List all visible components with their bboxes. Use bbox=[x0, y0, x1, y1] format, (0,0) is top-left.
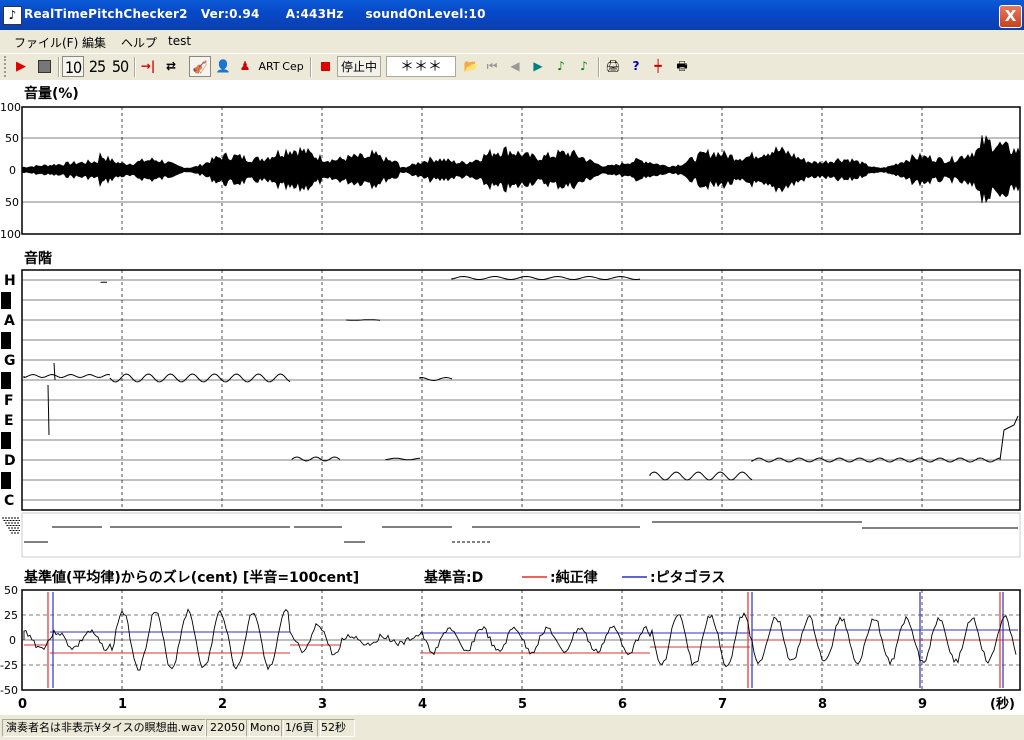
vol-tick: 0 bbox=[9, 164, 16, 177]
violin-icon[interactable]: 🎻 bbox=[189, 56, 211, 77]
jump-end-icon[interactable]: →| bbox=[138, 56, 158, 77]
time-tick: 0 bbox=[18, 697, 27, 712]
pitch-segment bbox=[345, 319, 381, 321]
time-tick: 1 bbox=[118, 697, 127, 712]
title-bar: ♪ RealTimePitchChecker2 Ver:0.94 A:443Hz… bbox=[0, 0, 1024, 30]
time-tick: 9 bbox=[918, 697, 927, 712]
time-tick: 5 bbox=[518, 697, 527, 712]
close-button[interactable]: X bbox=[999, 5, 1022, 28]
pyth-legend: :ピタゴラス bbox=[650, 569, 725, 586]
time-tick: 3 bbox=[318, 697, 327, 712]
note-icon[interactable]: ♪ bbox=[552, 56, 570, 77]
toolbar-grip[interactable] bbox=[4, 56, 11, 77]
app-icon[interactable]: ♪ bbox=[3, 6, 22, 25]
print-icon[interactable]: 🖨 bbox=[603, 56, 623, 77]
marker-icon[interactable]: ┿ bbox=[648, 56, 668, 77]
stop-icon bbox=[37, 60, 51, 73]
base-note: 基準音:D bbox=[424, 569, 483, 586]
note-label-e: E bbox=[4, 413, 14, 429]
vol-tick: 100 bbox=[0, 228, 21, 241]
graph-area: 音量(%) 100 50 0 50 100 音階 H A G F E D C 基… bbox=[0, 80, 1024, 715]
play-icon[interactable]: ▶ bbox=[11, 56, 31, 77]
rec-icon bbox=[316, 56, 334, 77]
art-button[interactable]: ART bbox=[258, 56, 280, 77]
vol-tick: 100 bbox=[0, 101, 21, 114]
cent-title: 基準値(平均律)からのズレ(cent) [半音=100cent] bbox=[24, 569, 359, 586]
vol-tick: 50 bbox=[5, 196, 19, 209]
note-alt-icon[interactable]: ♪ bbox=[575, 56, 593, 77]
note-label-c: C bbox=[4, 493, 14, 509]
time-tick: 2 bbox=[218, 697, 227, 712]
time-unit: (秒) bbox=[990, 696, 1015, 712]
note-display: ＊＊＊ bbox=[386, 56, 456, 77]
note-strip bbox=[21, 512, 1021, 558]
cep-button[interactable]: Cep bbox=[282, 56, 304, 77]
cent-tick: 0 bbox=[9, 634, 16, 647]
menu-file[interactable]: ファイル(F) bbox=[14, 34, 78, 51]
menu-help[interactable]: ヘルプ bbox=[121, 34, 157, 51]
menu-bar: ファイル(F) 編集 ヘルプ test bbox=[0, 30, 1024, 52]
time-tick: 7 bbox=[718, 697, 727, 712]
status-length: 52秒 bbox=[317, 719, 355, 737]
zoom-10-button[interactable]: 10 bbox=[62, 56, 84, 77]
note-label-g: G bbox=[4, 353, 16, 369]
time-tick: 8 bbox=[818, 697, 827, 712]
prev-icon[interactable]: ◀ bbox=[506, 56, 524, 77]
status-file: 演奏者名は非表示¥タイスの瞑想曲.wav bbox=[2, 719, 206, 737]
time-tick: 4 bbox=[418, 697, 427, 712]
first-icon[interactable]: ⏮ bbox=[483, 56, 501, 77]
status-bar: 演奏者名は非表示¥タイスの瞑想曲.wav 22050 Mono 1/6頁 52秒 bbox=[0, 715, 1024, 740]
note-label-h: H bbox=[4, 273, 16, 289]
black-key bbox=[1, 332, 11, 349]
vol-tick: 50 bbox=[5, 132, 19, 145]
help-icon[interactable]: ? bbox=[626, 56, 646, 77]
status-mode: Mono bbox=[246, 719, 284, 737]
zoom-50-button[interactable]: 50 bbox=[109, 56, 131, 77]
note-label-d: D bbox=[4, 453, 16, 469]
note-label-f: F bbox=[4, 393, 14, 409]
cent-tick: -25 bbox=[0, 659, 18, 672]
scale-plot bbox=[21, 269, 1021, 511]
just-legend: :純正律 bbox=[550, 569, 598, 586]
black-key bbox=[1, 432, 11, 449]
black-key bbox=[1, 372, 11, 389]
status-rate: 22050 bbox=[206, 719, 250, 737]
loop-icon[interactable]: ⇄ bbox=[160, 56, 182, 77]
toolbar: ▶ 10 25 50 →| ⇄ 🎻 👤 ♟ ART Cep 停止中 ＊＊＊ 📂 … bbox=[0, 53, 1024, 81]
status-page: 1/6頁 bbox=[281, 719, 321, 737]
folder-icon[interactable]: 📂 bbox=[461, 56, 481, 77]
window-title: RealTimePitchChecker2 Ver:0.94 A:443Hz s… bbox=[24, 7, 486, 21]
scale-title: 音階 bbox=[24, 250, 52, 267]
note-label-a: A bbox=[4, 313, 15, 329]
status-indicator: 停止中 bbox=[337, 56, 381, 77]
black-key bbox=[1, 292, 11, 309]
volume-title: 音量(%) bbox=[24, 85, 79, 102]
next-icon[interactable]: ▶ bbox=[529, 56, 547, 77]
zoom-25-button[interactable]: 25 bbox=[86, 56, 108, 77]
print-alt-icon[interactable]: 🖶 bbox=[672, 56, 692, 77]
person-icon[interactable]: 👤 bbox=[213, 56, 233, 77]
menu-test[interactable]: test bbox=[168, 34, 191, 48]
time-tick: 6 bbox=[618, 697, 627, 712]
cent-tick: -50 bbox=[0, 684, 18, 697]
stop-button[interactable] bbox=[33, 56, 55, 77]
cent-tick: 50 bbox=[4, 584, 18, 597]
person-red-icon[interactable]: ♟ bbox=[235, 56, 255, 77]
black-key bbox=[1, 472, 11, 489]
cent-tick: 25 bbox=[4, 609, 18, 622]
menu-edit[interactable]: 編集 bbox=[82, 34, 106, 51]
